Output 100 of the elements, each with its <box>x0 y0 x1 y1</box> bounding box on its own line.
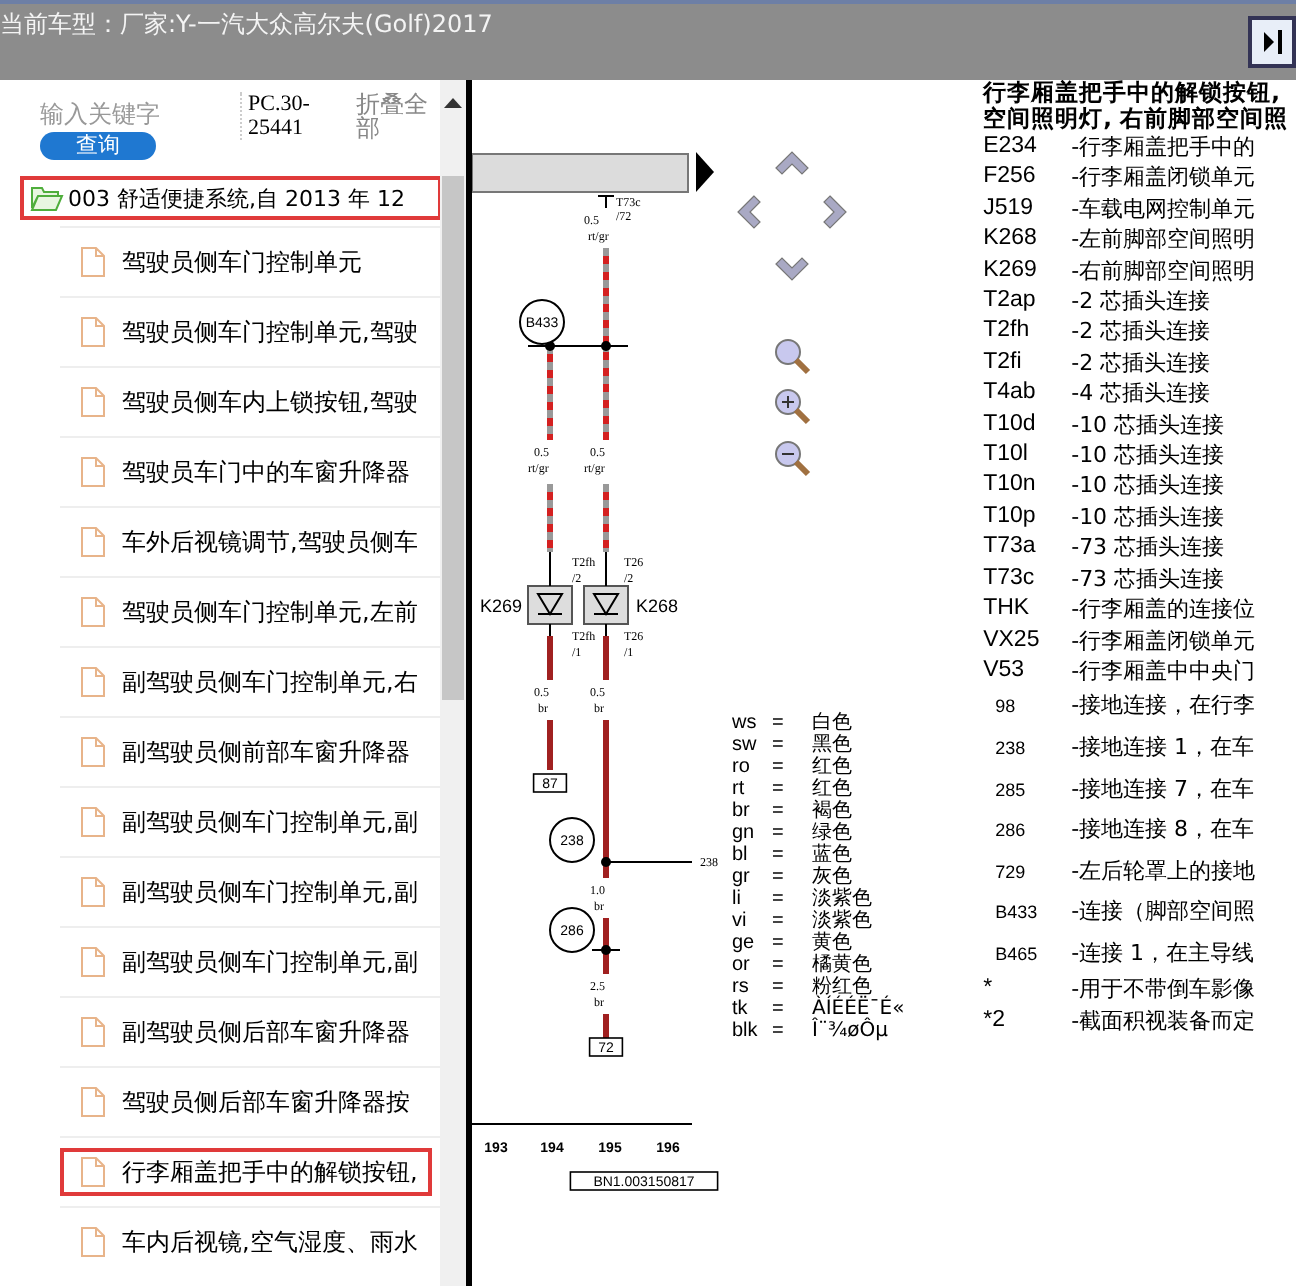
legend-color-name: 橘黄色 <box>811 954 872 976</box>
tree-item[interactable]: 副驾驶员侧车门控制单元,副 <box>60 798 432 846</box>
collapse-all-button[interactable]: 折叠全部 <box>356 92 436 140</box>
part-code: B433 <box>993 900 1040 927</box>
legend-code: or <box>731 954 749 976</box>
part-code: E234 <box>983 132 1039 162</box>
legend-color-name: 淡紫色 <box>811 888 872 910</box>
pan-right-icon[interactable] <box>822 195 847 229</box>
legend-sign: = <box>771 734 783 756</box>
legend-code: rt <box>731 778 744 800</box>
model-code: PC.30-25441 <box>240 92 332 140</box>
tree-folder[interactable]: 003 舒适便捷系统,自 2013 年 12 <box>20 176 440 220</box>
legend-sign: = <box>771 910 783 932</box>
document-icon <box>80 316 106 348</box>
tree-item[interactable]: 车外后视镜调节,驾驶员侧车 <box>60 518 432 566</box>
part-description: -10 芯插头连接 <box>1071 409 1225 441</box>
part-code: 285 <box>993 777 1028 803</box>
tree-item[interactable]: 车内后视镜,空气湿度、雨水 <box>60 1218 432 1266</box>
part-description: -行李厢盖闭锁单元 <box>1071 625 1256 656</box>
legend-code: gr <box>731 866 749 888</box>
pan-left-icon[interactable] <box>736 195 761 229</box>
part-code: K268 <box>983 224 1039 255</box>
legend-color-name: 蓝色 <box>811 844 852 866</box>
tree-item[interactable]: 驾驶员侧车门控制单元,左前 <box>60 588 432 636</box>
part-code: 238 <box>993 735 1028 762</box>
tree-item[interactable]: 驾驶员车门中的车窗升降器 <box>60 448 432 496</box>
part-code: T2ap <box>983 286 1038 317</box>
part-description: -接地连接 7，在车 <box>1071 773 1255 805</box>
part-description: -用于不带倒车影像 <box>1071 974 1256 1006</box>
legend-code: bl <box>731 844 747 866</box>
scroll-up-icon[interactable] <box>443 96 462 108</box>
arrow-bar-icon <box>1258 26 1286 58</box>
tree-item[interactable]: 副驾驶员侧前部车窗升降器 <box>60 728 432 776</box>
tree-item[interactable]: 副驾驶员侧后部车窗升降器 <box>60 1008 432 1056</box>
tree-item[interactable]: 驾驶员侧后部车窗升降器按 <box>60 1078 432 1126</box>
part-description: -接地连接 8，在车 <box>1071 814 1255 847</box>
legend-sign: = <box>771 866 783 888</box>
legend-code: ge <box>731 932 754 954</box>
part-code: T10d <box>983 409 1038 440</box>
scrollbar-thumb[interactable] <box>441 176 464 700</box>
legend-code: ro <box>731 756 749 778</box>
search-icon[interactable] <box>774 339 810 375</box>
part-description: -行李厢盖闭锁单元 <box>1071 162 1256 194</box>
part-description: -10 芯插头连接 <box>1071 470 1225 502</box>
zoom-out-icon[interactable] <box>774 441 810 477</box>
tree-item[interactable]: 驾驶员侧车门控制单元,驾驶 <box>60 308 432 356</box>
part-code: 286 <box>993 818 1028 845</box>
tree-item[interactable]: 副驾驶员侧车门控制单元,右 <box>60 658 432 706</box>
legend-color-name: 灰色 <box>811 866 852 888</box>
pan-down-icon[interactable] <box>774 257 809 281</box>
tree-item[interactable]: 行李厢盖把手中的解锁按钮, <box>60 1148 432 1196</box>
document-icon <box>80 666 106 698</box>
pan-up-icon[interactable] <box>774 151 809 175</box>
part-description: -右前脚部空间照明 <box>1071 255 1256 287</box>
part-description: -73 芯插头连接 <box>1071 532 1225 564</box>
part-code: T2fh <box>983 316 1032 347</box>
part-description: -10 芯插头连接 <box>1071 501 1225 533</box>
part-code: K269 <box>983 255 1039 286</box>
tree-item[interactable]: 驾驶员侧车门控制单元 <box>60 238 432 286</box>
legend-sign: = <box>771 976 783 998</box>
zoom-in-icon[interactable] <box>774 389 810 425</box>
part-description: -左前脚部空间照明 <box>1071 224 1256 256</box>
part-code: VX25 <box>983 625 1042 655</box>
legend-code: sw <box>731 734 756 756</box>
legend-code: br <box>731 800 749 822</box>
scrollbar[interactable] <box>439 80 466 1286</box>
tree-item[interactable]: 驾驶员侧车内上锁按钮,驾驶 <box>60 378 432 426</box>
legend-color-name: 红色 <box>811 756 852 778</box>
legend-color-name: 褐色 <box>811 800 852 822</box>
component-label: K269 <box>479 596 522 616</box>
part-code: T2fi <box>983 347 1024 378</box>
document-icon <box>80 1156 106 1188</box>
tree-item[interactable]: 副驾驶员侧车门控制单元,副 <box>60 938 432 986</box>
panel-toggle-button[interactable] <box>1248 16 1296 68</box>
legend-sign: = <box>771 800 783 822</box>
legend-sign: = <box>771 954 783 976</box>
expand-arrow-icon[interactable] <box>695 152 714 192</box>
part-code: T4ab <box>983 378 1038 409</box>
document-icon <box>80 736 106 768</box>
part-code: 729 <box>993 859 1028 886</box>
part-description: -连接 1，在主导线 <box>1071 937 1255 970</box>
legend-sign: = <box>771 778 783 800</box>
legend-code: gn <box>731 822 754 844</box>
part-code: *2 <box>983 1005 1007 1036</box>
diagram-title: 空间照明灯, 右前脚部空间照 <box>983 106 1290 132</box>
part-description: -行李厢盖把手中的 <box>1071 132 1256 163</box>
part-code: T10p <box>983 501 1038 532</box>
document-icon <box>80 1086 106 1118</box>
legend-code: ws <box>731 712 756 734</box>
legend-color-name: 白色 <box>811 712 852 734</box>
part-description: -73 芯插头连接 <box>1071 563 1225 595</box>
document-icon <box>80 246 106 278</box>
part-description: -行李厢盖的连接位 <box>1071 594 1256 625</box>
query-button[interactable]: 查询 <box>40 132 156 160</box>
legend-sign: = <box>771 932 783 954</box>
component-label: K268 <box>635 596 678 616</box>
document-icon <box>80 806 106 838</box>
document-icon <box>80 456 106 488</box>
part-code: 98 <box>993 694 1018 721</box>
tree-item[interactable]: 副驾驶员侧车门控制单元,副 <box>60 868 432 916</box>
